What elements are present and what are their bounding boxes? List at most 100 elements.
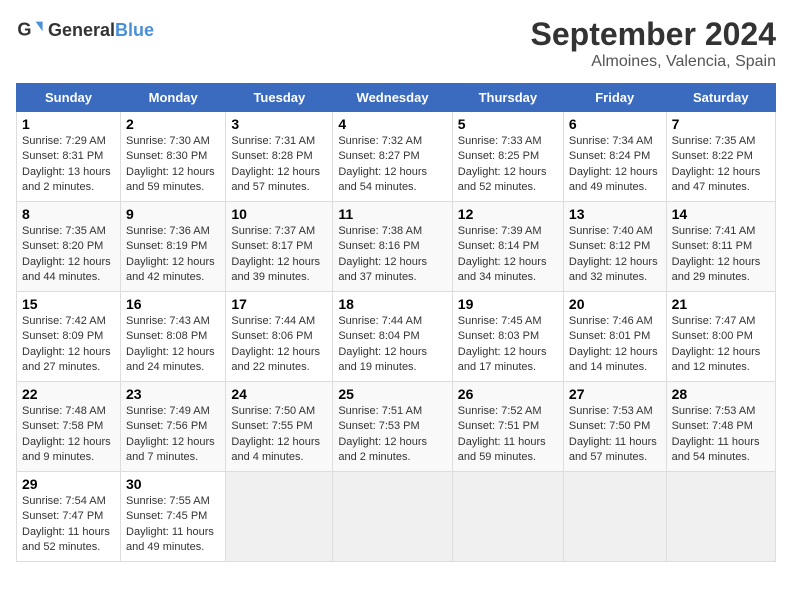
- day-number: 12: [458, 206, 558, 222]
- svg-text:G: G: [17, 20, 31, 40]
- day-number: 13: [569, 206, 661, 222]
- header-day-saturday: Saturday: [666, 84, 775, 112]
- day-number: 2: [126, 116, 220, 132]
- month-title: September 2024: [531, 16, 776, 53]
- day-info: Sunrise: 7:42 AMSunset: 8:09 PMDaylight:…: [22, 315, 111, 373]
- calendar-cell: 23 Sunrise: 7:49 AMSunset: 7:56 PMDaylig…: [121, 382, 226, 472]
- day-number: 10: [231, 206, 327, 222]
- calendar-week-5: 29 Sunrise: 7:54 AMSunset: 7:47 PMDaylig…: [17, 472, 776, 562]
- calendar-cell: 29 Sunrise: 7:54 AMSunset: 7:47 PMDaylig…: [17, 472, 121, 562]
- calendar-cell: 9 Sunrise: 7:36 AMSunset: 8:19 PMDayligh…: [121, 202, 226, 292]
- calendar-cell: 7 Sunrise: 7:35 AMSunset: 8:22 PMDayligh…: [666, 112, 775, 202]
- calendar-body: 1 Sunrise: 7:29 AMSunset: 8:31 PMDayligh…: [17, 112, 776, 562]
- day-number: 9: [126, 206, 220, 222]
- calendar-cell: 5 Sunrise: 7:33 AMSunset: 8:25 PMDayligh…: [452, 112, 563, 202]
- day-number: 8: [22, 206, 115, 222]
- day-info: Sunrise: 7:35 AMSunset: 8:22 PMDaylight:…: [672, 135, 761, 193]
- day-info: Sunrise: 7:49 AMSunset: 7:56 PMDaylight:…: [126, 405, 215, 463]
- day-info: Sunrise: 7:39 AMSunset: 8:14 PMDaylight:…: [458, 225, 547, 283]
- calendar-cell: 28 Sunrise: 7:53 AMSunset: 7:48 PMDaylig…: [666, 382, 775, 472]
- title-area: September 2024 Almoines, Valencia, Spain: [531, 16, 776, 71]
- day-info: Sunrise: 7:29 AMSunset: 8:31 PMDaylight:…: [22, 135, 111, 193]
- day-number: 23: [126, 386, 220, 402]
- calendar-cell: 12 Sunrise: 7:39 AMSunset: 8:14 PMDaylig…: [452, 202, 563, 292]
- calendar-cell: [452, 472, 563, 562]
- logo-general-text: General: [48, 20, 115, 40]
- day-number: 30: [126, 476, 220, 492]
- calendar-table: SundayMondayTuesdayWednesdayThursdayFrid…: [16, 83, 776, 562]
- calendar-week-3: 15 Sunrise: 7:42 AMSunset: 8:09 PMDaylig…: [17, 292, 776, 382]
- calendar-cell: 14 Sunrise: 7:41 AMSunset: 8:11 PMDaylig…: [666, 202, 775, 292]
- day-number: 6: [569, 116, 661, 132]
- header-day-sunday: Sunday: [17, 84, 121, 112]
- header-day-tuesday: Tuesday: [226, 84, 333, 112]
- day-info: Sunrise: 7:54 AMSunset: 7:47 PMDaylight:…: [22, 495, 110, 553]
- day-info: Sunrise: 7:37 AMSunset: 8:17 PMDaylight:…: [231, 225, 320, 283]
- day-info: Sunrise: 7:38 AMSunset: 8:16 PMDaylight:…: [338, 225, 427, 283]
- calendar-cell: 10 Sunrise: 7:37 AMSunset: 8:17 PMDaylig…: [226, 202, 333, 292]
- calendar-cell: 11 Sunrise: 7:38 AMSunset: 8:16 PMDaylig…: [333, 202, 452, 292]
- day-number: 11: [338, 206, 446, 222]
- header-day-thursday: Thursday: [452, 84, 563, 112]
- day-info: Sunrise: 7:45 AMSunset: 8:03 PMDaylight:…: [458, 315, 547, 373]
- calendar-cell: 3 Sunrise: 7:31 AMSunset: 8:28 PMDayligh…: [226, 112, 333, 202]
- calendar-header: SundayMondayTuesdayWednesdayThursdayFrid…: [17, 84, 776, 112]
- header-day-monday: Monday: [121, 84, 226, 112]
- day-info: Sunrise: 7:30 AMSunset: 8:30 PMDaylight:…: [126, 135, 215, 193]
- day-info: Sunrise: 7:48 AMSunset: 7:58 PMDaylight:…: [22, 405, 111, 463]
- day-number: 5: [458, 116, 558, 132]
- day-number: 17: [231, 296, 327, 312]
- day-info: Sunrise: 7:40 AMSunset: 8:12 PMDaylight:…: [569, 225, 658, 283]
- day-number: 22: [22, 386, 115, 402]
- day-number: 20: [569, 296, 661, 312]
- day-info: Sunrise: 7:35 AMSunset: 8:20 PMDaylight:…: [22, 225, 111, 283]
- day-info: Sunrise: 7:53 AMSunset: 7:48 PMDaylight:…: [672, 405, 760, 463]
- calendar-cell: 6 Sunrise: 7:34 AMSunset: 8:24 PMDayligh…: [563, 112, 666, 202]
- location-title: Almoines, Valencia, Spain: [531, 53, 776, 71]
- day-info: Sunrise: 7:55 AMSunset: 7:45 PMDaylight:…: [126, 495, 214, 553]
- calendar-cell: [333, 472, 452, 562]
- header-row: SundayMondayTuesdayWednesdayThursdayFrid…: [17, 84, 776, 112]
- day-number: 25: [338, 386, 446, 402]
- day-info: Sunrise: 7:53 AMSunset: 7:50 PMDaylight:…: [569, 405, 657, 463]
- calendar-cell: [666, 472, 775, 562]
- day-number: 27: [569, 386, 661, 402]
- day-number: 29: [22, 476, 115, 492]
- day-number: 1: [22, 116, 115, 132]
- calendar-week-4: 22 Sunrise: 7:48 AMSunset: 7:58 PMDaylig…: [17, 382, 776, 472]
- calendar-cell: 26 Sunrise: 7:52 AMSunset: 7:51 PMDaylig…: [452, 382, 563, 472]
- day-number: 14: [672, 206, 770, 222]
- day-info: Sunrise: 7:44 AMSunset: 8:06 PMDaylight:…: [231, 315, 320, 373]
- calendar-cell: 8 Sunrise: 7:35 AMSunset: 8:20 PMDayligh…: [17, 202, 121, 292]
- calendar-cell: 24 Sunrise: 7:50 AMSunset: 7:55 PMDaylig…: [226, 382, 333, 472]
- day-number: 19: [458, 296, 558, 312]
- day-info: Sunrise: 7:41 AMSunset: 8:11 PMDaylight:…: [672, 225, 761, 283]
- day-info: Sunrise: 7:51 AMSunset: 7:53 PMDaylight:…: [338, 405, 427, 463]
- day-number: 26: [458, 386, 558, 402]
- day-number: 3: [231, 116, 327, 132]
- header-day-wednesday: Wednesday: [333, 84, 452, 112]
- day-info: Sunrise: 7:32 AMSunset: 8:27 PMDaylight:…: [338, 135, 427, 193]
- day-info: Sunrise: 7:33 AMSunset: 8:25 PMDaylight:…: [458, 135, 547, 193]
- day-info: Sunrise: 7:44 AMSunset: 8:04 PMDaylight:…: [338, 315, 427, 373]
- day-info: Sunrise: 7:43 AMSunset: 8:08 PMDaylight:…: [126, 315, 215, 373]
- calendar-cell: 1 Sunrise: 7:29 AMSunset: 8:31 PMDayligh…: [17, 112, 121, 202]
- calendar-cell: 20 Sunrise: 7:46 AMSunset: 8:01 PMDaylig…: [563, 292, 666, 382]
- calendar-cell: 27 Sunrise: 7:53 AMSunset: 7:50 PMDaylig…: [563, 382, 666, 472]
- calendar-cell: 13 Sunrise: 7:40 AMSunset: 8:12 PMDaylig…: [563, 202, 666, 292]
- calendar-cell: 19 Sunrise: 7:45 AMSunset: 8:03 PMDaylig…: [452, 292, 563, 382]
- day-info: Sunrise: 7:36 AMSunset: 8:19 PMDaylight:…: [126, 225, 215, 283]
- calendar-week-2: 8 Sunrise: 7:35 AMSunset: 8:20 PMDayligh…: [17, 202, 776, 292]
- calendar-week-1: 1 Sunrise: 7:29 AMSunset: 8:31 PMDayligh…: [17, 112, 776, 202]
- calendar-cell: 22 Sunrise: 7:48 AMSunset: 7:58 PMDaylig…: [17, 382, 121, 472]
- calendar-cell: 17 Sunrise: 7:44 AMSunset: 8:06 PMDaylig…: [226, 292, 333, 382]
- day-info: Sunrise: 7:50 AMSunset: 7:55 PMDaylight:…: [231, 405, 320, 463]
- calendar-cell: [226, 472, 333, 562]
- day-number: 18: [338, 296, 446, 312]
- day-info: Sunrise: 7:34 AMSunset: 8:24 PMDaylight:…: [569, 135, 658, 193]
- day-number: 28: [672, 386, 770, 402]
- logo-blue-text: Blue: [115, 20, 154, 40]
- day-info: Sunrise: 7:31 AMSunset: 8:28 PMDaylight:…: [231, 135, 320, 193]
- day-number: 7: [672, 116, 770, 132]
- calendar-cell: 4 Sunrise: 7:32 AMSunset: 8:27 PMDayligh…: [333, 112, 452, 202]
